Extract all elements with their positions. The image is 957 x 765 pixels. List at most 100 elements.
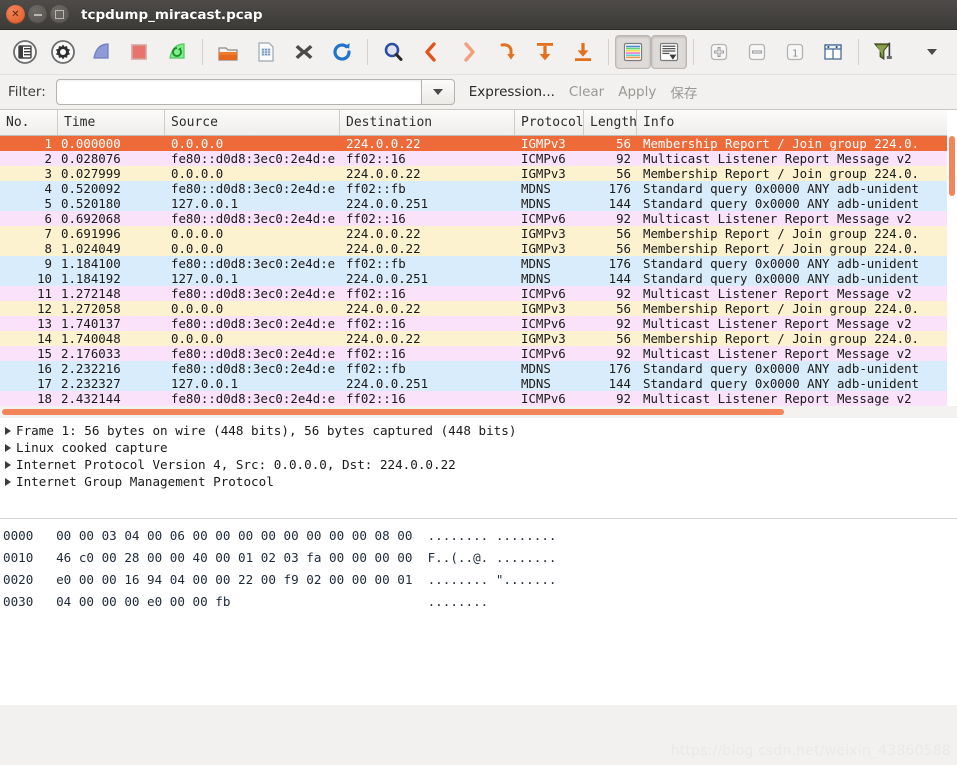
interfaces-icon[interactable] [6, 33, 44, 71]
close-icon: ✕ [11, 8, 20, 20]
column-header-time[interactable]: Time [58, 110, 165, 135]
packet-row[interactable]: 14 1.740048 0.0.0.0 224.0.0.22 IGMPv3 56 Membe… [0, 331, 957, 346]
zoom-normal-icon[interactable]: 1 [776, 33, 814, 71]
packet-row[interactable]: 4 0.520092 fe80::d0d8:3ec0:2e4d:e ff02::fb M… [0, 181, 957, 196]
packet-cell-proto: ICMPv6 [521, 211, 566, 226]
go-to-packet-icon[interactable] [488, 33, 526, 71]
packet-row[interactable]: 8 1.024049 0.0.0.0 224.0.0.22 IGMPv3 56 Member… [0, 241, 957, 256]
overflow-chevron-icon[interactable] [913, 33, 951, 71]
packet-cell-len: 92 [616, 151, 631, 166]
go-forward-icon[interactable] [450, 33, 488, 71]
packet-cell-proto: MDNS [521, 271, 551, 286]
expand-triangle-icon[interactable] [5, 426, 11, 435]
clear-filter-button[interactable]: Clear [569, 84, 604, 100]
reload-icon[interactable] [323, 33, 361, 71]
detail-tree-item[interactable]: Internet Protocol Version 4, Src: 0.0.0.… [2, 456, 957, 473]
detail-tree-item[interactable]: Linux cooked capture [2, 439, 957, 456]
close-window-button[interactable]: ✕ [6, 5, 25, 24]
packet-row[interactable]: 11 1.272148 fe80::d0d8:3ec0:2e4d:e ff02::16… [0, 286, 957, 301]
zoom-out-icon[interactable] [738, 33, 776, 71]
packet-row[interactable]: 2 0.028076 fe80::d0d8:3ec0:2e4d:e ff02::16 I… [0, 151, 957, 166]
auto-scroll-icon[interactable] [651, 35, 687, 69]
packet-row[interactable]: 9 1.184100 fe80::d0d8:3ec0:2e4d:e ff02::fb M… [0, 256, 957, 271]
packet-row[interactable]: 12 1.272058 0.0.0.0 224.0.0.22 IGMPv3 56 Membe… [0, 301, 957, 316]
packet-cell-len: 144 [608, 376, 631, 391]
capture-filters-icon[interactable] [865, 33, 903, 71]
start-capture-icon[interactable] [82, 33, 120, 71]
packet-row[interactable]: 15 2.176033 fe80::d0d8:3ec0:2e4d:e ff02::16… [0, 346, 957, 361]
save-file-icon[interactable] [247, 33, 285, 71]
titlebar: ✕ tcpdump_miracast.pcap [0, 0, 957, 30]
go-to-first-icon[interactable] [526, 33, 564, 71]
packet-cell-src: fe80::d0d8:3ec0:2e4d:e [171, 361, 336, 376]
expression-button[interactable]: Expression... [469, 84, 555, 100]
colorize-icon[interactable] [615, 35, 651, 69]
packet-row[interactable]: 16 2.232216 fe80::d0d8:3ec0:2e4d:e ff02::fb… [0, 361, 957, 376]
maximize-window-button[interactable] [50, 5, 69, 24]
packet-cell-proto: IGMPv3 [521, 166, 566, 181]
expand-triangle-icon[interactable] [5, 443, 11, 452]
apply-filter-button[interactable]: Apply [618, 84, 656, 100]
packet-details-pane[interactable]: Frame 1: 56 bytes on wire (448 bits), 56… [0, 418, 957, 518]
restart-capture-icon[interactable] [158, 33, 196, 71]
packet-cell-info: Standard query 0x0000 ANY adb-unident [643, 361, 920, 376]
detail-tree-item[interactable]: Internet Group Management Protocol [2, 473, 957, 490]
packet-cell-proto: ICMPv6 [521, 346, 566, 361]
packet-row[interactable]: 3 0.027999 0.0.0.0 224.0.0.22 IGMPv3 56 Member… [0, 166, 957, 181]
column-header-proto[interactable]: Protocol [515, 110, 584, 135]
go-back-icon[interactable] [412, 33, 450, 71]
column-header-no[interactable]: No. [0, 110, 58, 135]
expand-triangle-icon[interactable] [5, 477, 11, 486]
column-header-src[interactable]: Source [165, 110, 340, 135]
packet-cell-no: 7 [44, 226, 52, 241]
watermark-text: https://blog.csdn.net/weixin_43860588 [670, 743, 951, 759]
column-header-len[interactable]: Length [584, 110, 637, 135]
packet-row[interactable]: 17 2.232327 127.0.0.1 224.0.0.251 MDNS 144 Sta… [0, 376, 957, 391]
packet-cell-src: fe80::d0d8:3ec0:2e4d:e [171, 286, 336, 301]
resize-columns-icon[interactable] [814, 33, 852, 71]
packet-cell-src: 0.0.0.0 [171, 301, 224, 316]
close-file-icon[interactable] [285, 33, 323, 71]
packet-row[interactable]: 6 0.692068 fe80::d0d8:3ec0:2e4d:e ff02::16 I… [0, 211, 957, 226]
packet-list-rows[interactable]: 1 0.000000 0.0.0.0 224.0.0.22 IGMPv3 56 Member… [0, 136, 957, 406]
chevron-down-icon [432, 89, 443, 95]
minimize-window-button[interactable] [28, 5, 47, 24]
packet-cell-len: 92 [616, 346, 631, 361]
packet-row[interactable]: 10 1.184192 127.0.0.1 224.0.0.251 MDNS 144 Sta… [0, 271, 957, 286]
packet-cell-no: 10 [37, 271, 52, 286]
capture-options-icon[interactable] [44, 33, 82, 71]
packet-cell-time: 0.520092 [61, 181, 121, 196]
packet-cell-no: 12 [37, 301, 52, 316]
zoom-in-icon[interactable] [700, 33, 738, 71]
packet-row[interactable]: 7 0.691996 0.0.0.0 224.0.0.22 IGMPv3 56 Member… [0, 226, 957, 241]
column-header-info[interactable]: Info [637, 110, 957, 135]
packet-row[interactable]: 13 1.740137 fe80::d0d8:3ec0:2e4d:e ff02::16… [0, 316, 957, 331]
packet-cell-len: 92 [616, 316, 631, 331]
go-to-last-icon[interactable] [564, 33, 602, 71]
packet-cell-src: fe80::d0d8:3ec0:2e4d:e [171, 316, 336, 331]
packet-row[interactable]: 5 0.520180 127.0.0.1 224.0.0.251 MDNS 144 Stan… [0, 196, 957, 211]
detail-tree-item[interactable]: Frame 1: 56 bytes on wire (448 bits), 56… [2, 422, 957, 439]
packet-cell-src: fe80::d0d8:3ec0:2e4d:e [171, 346, 336, 361]
expand-triangle-icon[interactable] [5, 460, 11, 469]
vscrollbar-thumb[interactable] [949, 136, 955, 196]
packet-cell-dst: 224.0.0.22 [346, 331, 421, 346]
hscrollbar-thumb[interactable] [2, 409, 784, 415]
packet-bytes-pane[interactable]: 0000 00 00 03 04 00 06 00 00 00 00 00 00… [0, 519, 957, 705]
packet-row[interactable]: 18 2.432144 fe80::d0d8:3ec0:2e4d:e ff02::16… [0, 391, 957, 406]
packet-cell-dst: ff02::fb [346, 181, 406, 196]
packet-cell-dst: 224.0.0.22 [346, 301, 421, 316]
filter-input[interactable] [55, 79, 421, 105]
packet-list-vscrollbar[interactable] [947, 110, 957, 406]
packet-cell-len: 176 [608, 181, 631, 196]
packet-row[interactable]: 1 0.000000 0.0.0.0 224.0.0.22 IGMPv3 56 Member… [0, 136, 957, 151]
open-file-icon[interactable] [209, 33, 247, 71]
column-header-dst[interactable]: Destination [340, 110, 515, 135]
filter-history-dropdown[interactable] [420, 79, 455, 105]
save-filter-button[interactable]: 保存 [670, 82, 697, 102]
svg-text:1: 1 [792, 48, 798, 59]
find-packet-icon[interactable] [374, 33, 412, 71]
packet-cell-time: 0.520180 [61, 196, 121, 211]
packet-list-hscrollbar[interactable] [0, 406, 957, 418]
stop-capture-icon[interactable] [120, 33, 158, 71]
